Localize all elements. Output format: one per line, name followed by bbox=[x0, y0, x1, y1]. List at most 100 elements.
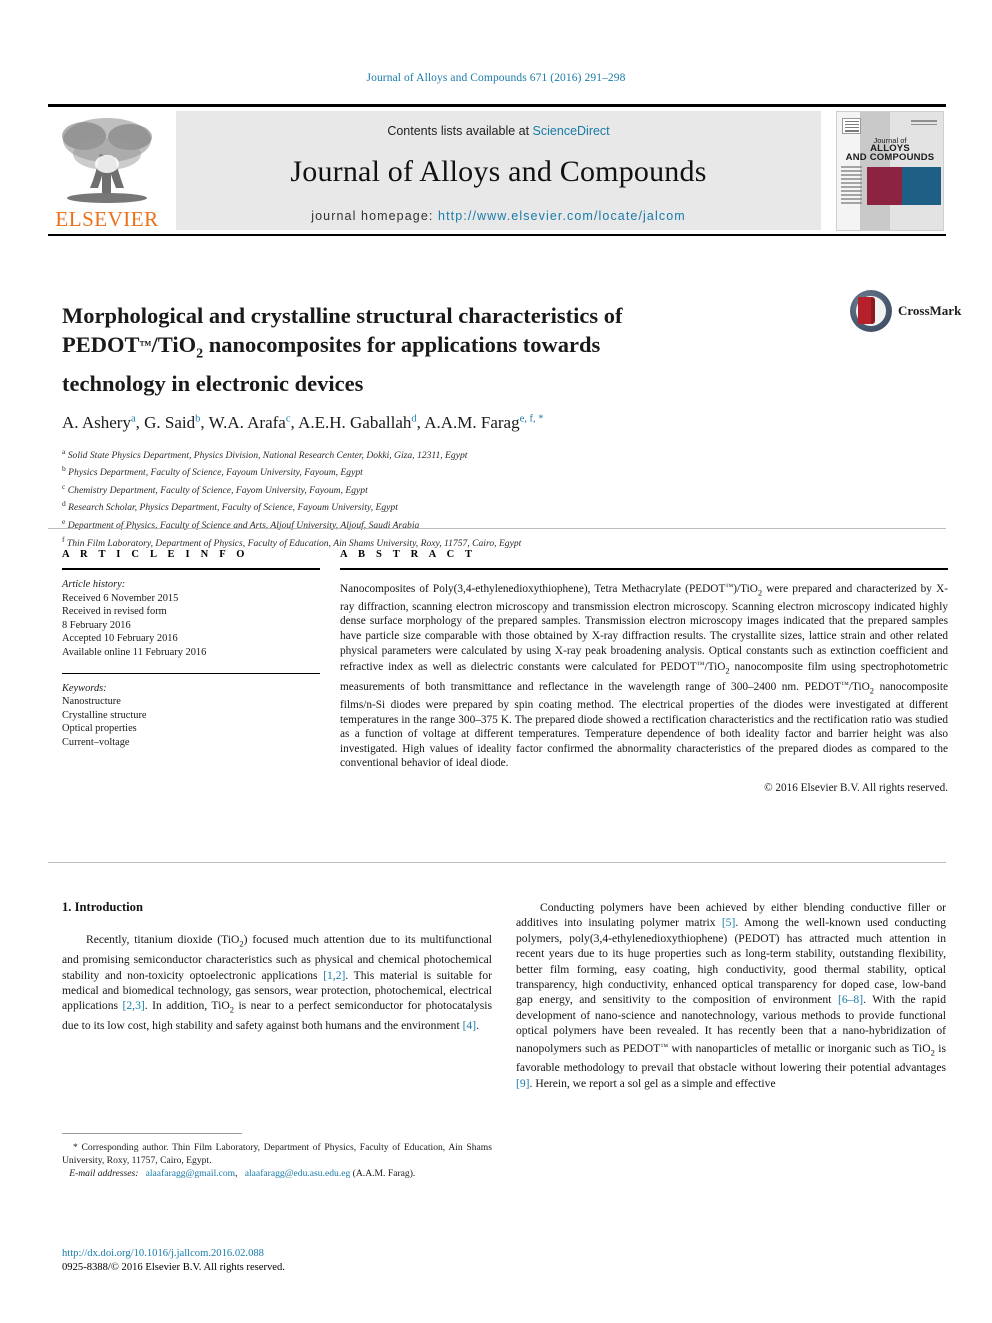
title-line-2-c: nanocomposites for applications towards bbox=[203, 332, 601, 358]
citation-link[interactable]: [1,2] bbox=[323, 969, 345, 982]
email-link-2[interactable]: alaafaragg@edu.asu.edu.eg bbox=[245, 1168, 351, 1179]
intro-right-f: . Herein, we report a sol gel as a simpl… bbox=[529, 1076, 776, 1090]
email-attribution: (A.A.M. Farag). bbox=[350, 1168, 416, 1179]
divider-above-abstract bbox=[48, 528, 946, 529]
keywords-block: Keywords: Nanostructure Crystalline stru… bbox=[62, 682, 320, 750]
title-line-1: Morphological and crystalline structural… bbox=[62, 303, 623, 329]
page-title: Morphological and crystalline structural… bbox=[62, 301, 752, 398]
homepage-prefix: journal homepage: bbox=[311, 209, 439, 223]
title-block: Morphological and crystalline structural… bbox=[62, 286, 752, 550]
affiliation-item: e Department of Physics, Faculty of Scie… bbox=[62, 515, 752, 533]
abstract-part-4: /TiO bbox=[704, 661, 726, 674]
article-history-block: Article history: Received 6 November 201… bbox=[62, 578, 320, 660]
title-line-3: technology in electronic devices bbox=[62, 370, 364, 396]
elsevier-tree-icon bbox=[62, 118, 152, 203]
affiliation-text: Chemistry Department, Faculty of Science… bbox=[67, 485, 368, 496]
doi-block: http://dx.doi.org/10.1016/j.jallcom.2016… bbox=[62, 1247, 492, 1275]
abstract-part-6: /TiO bbox=[848, 681, 870, 694]
footnote-divider bbox=[62, 1133, 242, 1134]
author-affiliation-marker[interactable]: e, f, * bbox=[520, 413, 544, 424]
author-affiliation-marker[interactable]: b bbox=[195, 413, 200, 424]
journal-cover-thumbnail: Journal of ALLOYS AND COMPOUNDS bbox=[836, 111, 944, 231]
elsevier-wordmark: ELSEVIER bbox=[55, 207, 159, 231]
affiliation-text: Thin Film Laboratory, Department of Phys… bbox=[66, 537, 522, 549]
body-column-right: Conducting polymers have been achieved b… bbox=[516, 900, 946, 1091]
abstract-part-7: nanocomposite films/n-Si diodes were pre… bbox=[340, 681, 948, 770]
abstract-heading: A B S T R A C T bbox=[340, 549, 477, 560]
sciencedirect-link[interactable]: ScienceDirect bbox=[533, 124, 610, 138]
contents-lists-line: Contents lists available at ScienceDirec… bbox=[176, 124, 821, 138]
abstract-part-3: were prepared and characterized by X-ray… bbox=[340, 583, 948, 674]
citation-link[interactable]: [5] bbox=[722, 916, 736, 929]
email-link-1[interactable]: alaafaragg@gmail.com bbox=[146, 1168, 236, 1179]
divider-below-abstract bbox=[48, 862, 946, 863]
footnote-block: * Corresponding author. Thin Film Labora… bbox=[62, 1141, 492, 1180]
masthead-banner: Contents lists available at ScienceDirec… bbox=[176, 111, 821, 230]
citation-link[interactable]: [9] bbox=[516, 1077, 530, 1090]
crossmark-badge[interactable]: CrossMark bbox=[850, 288, 961, 336]
affiliation-item: a Solid State Physics Department, Physic… bbox=[62, 445, 752, 463]
journal-homepage-link[interactable]: http://www.elsevier.com/locate/jalcom bbox=[438, 209, 686, 223]
journal-masthead: ELSEVIER Contents lists available at Sci… bbox=[48, 104, 946, 236]
doi-link[interactable]: http://dx.doi.org/10.1016/j.jallcom.2016… bbox=[62, 1247, 492, 1261]
history-item: Received in revised form bbox=[62, 606, 167, 618]
abstract-rule bbox=[340, 568, 948, 570]
affiliation-marker: f bbox=[62, 534, 65, 544]
keyword-item: Optical properties bbox=[62, 723, 137, 735]
crossmark-book-icon bbox=[858, 297, 875, 324]
title-line-2-b: /TiO bbox=[151, 332, 197, 358]
abstract-part-1: Nanocomposites of Poly(3,4-ethylenedioxy… bbox=[340, 583, 726, 595]
crossmark-ring-icon bbox=[850, 290, 892, 332]
author-affiliation-marker[interactable]: d bbox=[411, 413, 416, 424]
citation-link[interactable]: [4] bbox=[463, 1019, 477, 1032]
intro-left-d: . In addition, TiO bbox=[144, 999, 230, 1013]
affiliation-marker: a bbox=[62, 446, 66, 456]
body-column-left: 1. Introduction Recently, titanium dioxi… bbox=[62, 900, 492, 1033]
email-label: E-mail addresses: bbox=[69, 1168, 139, 1179]
citation-link[interactable]: [2,3] bbox=[123, 999, 145, 1012]
cover-block-teal bbox=[901, 167, 941, 206]
keyword-item: Current–voltage bbox=[62, 736, 130, 748]
affiliation-marker: e bbox=[62, 517, 66, 526]
author-affiliation-marker[interactable]: a bbox=[131, 413, 136, 424]
email-separator: , bbox=[235, 1168, 240, 1179]
cover-block-maroon bbox=[866, 167, 902, 206]
affiliation-text: Physics Department, Faculty of Science, … bbox=[68, 467, 363, 479]
affiliation-item: f Thin Film Laboratory, Department of Ph… bbox=[62, 533, 752, 551]
article-info-heading: A R T I C L E I N F O bbox=[62, 549, 249, 560]
issn-copyright-line: 0925-8388/© 2016 Elsevier B.V. All right… bbox=[62, 1262, 285, 1273]
intro-left-a: Recently, titanium dioxide (TiO bbox=[86, 933, 240, 947]
trademark-symbol: ™ bbox=[841, 680, 849, 690]
author-name: W.A. Arafa bbox=[208, 412, 286, 432]
citation-link[interactable]: [6–8] bbox=[838, 993, 863, 1006]
running-head: Journal of Alloys and Compounds 671 (201… bbox=[366, 72, 626, 84]
trademark-symbol: ™ bbox=[725, 582, 734, 591]
author-name: A. Ashery bbox=[62, 412, 131, 432]
keyword-item: Crystalline structure bbox=[62, 709, 147, 721]
affiliation-text: Department of Physics, Faculty of Scienc… bbox=[67, 520, 420, 532]
cover-title-line2: AND COMPOUNDS bbox=[845, 151, 935, 163]
history-item: Accepted 10 February 2016 bbox=[62, 633, 178, 645]
author-name: G. Said bbox=[144, 412, 196, 432]
author-list: A. Asherya, G. Saidb, W.A. Arafac, A.E.H… bbox=[62, 412, 544, 432]
cover-header-lines bbox=[911, 120, 937, 125]
keywords-rule bbox=[62, 672, 320, 674]
trademark-symbol: ™ bbox=[139, 338, 152, 353]
keywords-label: Keywords: bbox=[62, 682, 107, 694]
abstract-text: Nanocomposites of Poly(3,4-ethylenedioxy… bbox=[340, 580, 948, 771]
cover-logo-box bbox=[842, 117, 862, 135]
abstract-part-2: )/TiO bbox=[733, 583, 758, 595]
affiliation-item: b Physics Department, Faculty of Science… bbox=[62, 462, 752, 480]
trademark-symbol: ™ bbox=[660, 1041, 669, 1051]
affiliation-list: a Solid State Physics Department, Physic… bbox=[62, 445, 752, 551]
corresponding-author-note: * Corresponding author. Thin Film Labora… bbox=[62, 1141, 492, 1167]
author-affiliation-marker[interactable]: c bbox=[286, 413, 291, 424]
affiliation-marker: c bbox=[62, 481, 66, 491]
affiliation-item: c Chemistry Department, Faculty of Scien… bbox=[62, 480, 752, 498]
intro-left-f: . bbox=[476, 1019, 479, 1033]
journal-title: Journal of Alloys and Compounds bbox=[290, 155, 707, 188]
author-name: A.A.M. Farag bbox=[424, 412, 520, 432]
intro-right-d: with nanoparticles of metallic or inorga… bbox=[668, 1041, 931, 1055]
affiliation-marker: d bbox=[62, 499, 66, 509]
crossmark-label: CrossMark bbox=[898, 303, 962, 318]
